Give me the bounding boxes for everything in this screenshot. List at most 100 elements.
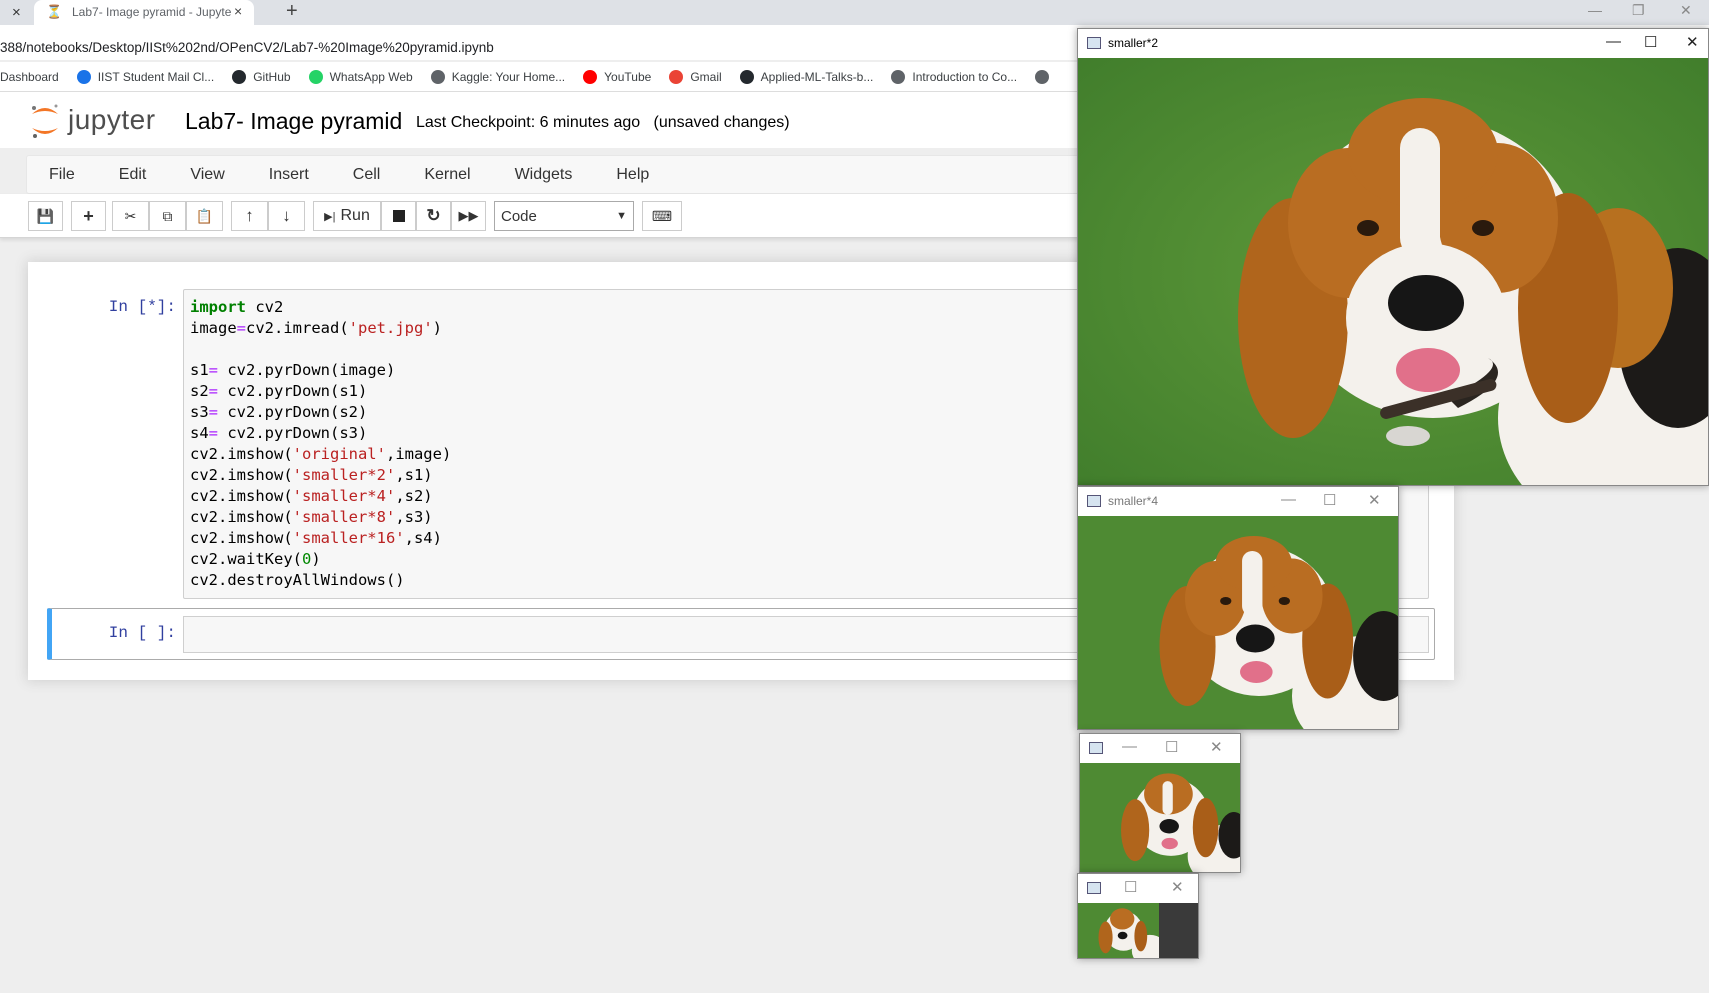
bookmark-item[interactable]: Kaggle: Your Home... [430,69,565,84]
minimize-icon[interactable]: — [1606,33,1621,50]
bookmark-item[interactable]: Introduction to Co... [891,69,1018,84]
github-icon [739,69,754,84]
cv-window-smaller-4[interactable]: smaller*4 — ☐ ✕ [1077,486,1399,730]
move-down-button[interactable]: ↓ [268,201,305,231]
bookmark-label: Dashboard [0,69,59,84]
window-icon [1087,495,1101,507]
close-icon[interactable]: ✕ [1686,33,1699,51]
bookmark-label: WhatsApp Web [329,69,413,84]
github-icon [232,69,247,84]
copy-icon: ⧉ [162,207,173,224]
globe-icon [430,69,445,84]
bookmark-label: Applied-ML-Talks-b... [760,69,874,84]
bookmark-item[interactable]: Gmail [669,69,722,84]
menu-widgets[interactable]: Widgets [493,166,595,184]
cv-window-titlebar[interactable]: smaller*4 — ☐ ✕ [1078,487,1398,516]
maximize-icon[interactable]: ☐ [1124,878,1137,896]
globe-icon [1035,69,1050,84]
maximize-icon[interactable]: ☐ [1165,738,1178,756]
bookmark-item[interactable]: Dashboard [0,70,59,84]
close-icon[interactable]: × [234,3,242,19]
stop-icon [392,210,405,222]
maximize-icon[interactable]: ☐ [1323,491,1336,509]
keyboard-icon: ⌨ [651,207,673,224]
plus-icon: + [83,205,94,226]
bookmark-item[interactable]: YouTube [583,69,651,84]
cv-window-smaller-2[interactable]: smaller*2 — ☐ ✕ [1077,28,1709,486]
youtube-icon [583,69,598,84]
cv-window-title: smaller*2 [1108,36,1159,50]
window-icon [1089,742,1103,754]
menu-kernel[interactable]: Kernel [402,166,492,184]
paste-button[interactable]: 📋 [186,201,223,231]
bookmark-item[interactable]: GitHub [232,69,291,84]
dog-image [1078,58,1708,485]
scissors-icon: ✂ [124,207,137,224]
cv-window-titlebar[interactable]: smaller*2 — ☐ ✕ [1078,29,1708,58]
cv-window-titlebar[interactable]: — ☐ ✕ [1080,734,1240,763]
menu-view[interactable]: View [168,166,246,184]
unsaved-status: (unsaved changes) [653,114,790,131]
close-icon[interactable]: ✕ [1171,878,1184,896]
checkpoint-status: Last Checkpoint: 6 minutes ago (unsaved … [416,114,790,132]
copy-button[interactable]: ⧉ [149,201,186,231]
dog-image [1080,763,1240,872]
whatsapp-icon [308,69,323,84]
dog-image [1078,903,1198,958]
code-content[interactable]: import cv2 image=cv2.imread('pet.jpg') s… [190,297,451,591]
minimize-icon[interactable]: — [1281,491,1296,508]
run-button[interactable]: ▶| Run [313,201,381,231]
move-up-button[interactable]: ↑ [231,201,268,231]
command-palette-button[interactable]: ⌨ [642,201,682,231]
chevron-down-icon: ▼ [616,210,627,222]
notebook-title[interactable]: Lab7- Image pyramid [185,108,402,135]
close-tab-icon[interactable]: × [12,4,21,21]
cv-window-title: smaller*4 [1108,494,1159,508]
fast-forward-icon: ▶▶ [458,208,479,223]
paste-icon: 📋 [195,207,214,224]
arrow-up-icon: ↑ [245,206,254,225]
dog-image [1078,516,1398,729]
cv-window-smaller-16[interactable]: ☐ ✕ [1077,873,1199,959]
url-field[interactable]: 388/notebooks/Desktop/IISt%202nd/OPenCV2… [0,40,494,55]
minimize-icon[interactable]: — [1122,738,1137,755]
close-icon[interactable]: ✕ [1210,738,1223,756]
jupyter-logo-icon[interactable] [30,100,60,140]
interrupt-button[interactable] [381,201,416,231]
insert-cell-button[interactable]: + [71,201,106,231]
maximize-icon[interactable]: ☐ [1644,33,1657,51]
menu-help[interactable]: Help [594,166,671,184]
tab-strip [0,0,1709,25]
window-close-icon[interactable]: ✕ [1680,2,1692,19]
cell-prompt-empty: In [ ]: [108,624,176,642]
cv-window-smaller-8[interactable]: — ☐ ✕ [1079,733,1241,873]
restore-icon[interactable]: ❐ [1632,2,1645,19]
bookmark-item[interactable]: IIST Student Mail Cl... [76,69,214,84]
active-tab[interactable]: ⏳ Lab7- Image pyramid - Jupyter N × [34,0,254,25]
menu-file[interactable]: File [27,166,97,184]
bookmark-item[interactable]: WhatsApp Web [308,69,413,84]
bookmark-label: Introduction to Co... [912,69,1018,84]
cell-type-value: Code [501,207,537,225]
restart-button[interactable]: ↻ [416,201,451,231]
close-icon[interactable]: ✕ [1368,491,1381,509]
cell-type-select[interactable]: Code ▼ [494,201,634,231]
window-icon [1087,37,1101,49]
tab-title: Lab7- Image pyramid - Jupyter N [72,5,232,19]
cv-window-titlebar[interactable]: ☐ ✕ [1078,874,1198,903]
bookmark-item[interactable] [1035,69,1056,84]
restart-run-all-button[interactable]: ▶▶ [451,201,486,231]
menu-insert[interactable]: Insert [247,166,331,184]
save-button[interactable]: 💾 [28,201,63,231]
minimize-icon[interactable]: — [1588,2,1602,18]
bookmark-label: Gmail [690,69,722,84]
jupyter-favicon-icon: ⏳ [46,4,63,19]
new-tab-button[interactable]: + [286,0,298,23]
menu-cell[interactable]: Cell [331,166,403,184]
menu-edit[interactable]: Edit [97,166,169,184]
gmail-icon [669,69,684,84]
cut-button[interactable]: ✂ [112,201,149,231]
bookmark-item[interactable]: Applied-ML-Talks-b... [739,69,874,84]
bookmark-label: GitHub [253,69,291,84]
jupyter-logo-text[interactable]: jupyter [68,104,156,136]
